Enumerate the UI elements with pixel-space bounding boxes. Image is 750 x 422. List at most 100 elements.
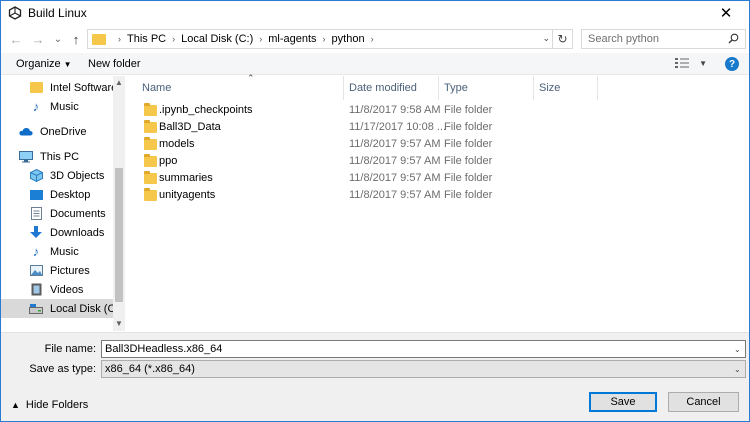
music-icon: ♪ [32, 99, 40, 114]
sort-ascending-icon: ⌃ [247, 73, 255, 83]
chevron-right-icon[interactable]: › [172, 34, 175, 44]
music-icon: ♪ [32, 244, 40, 259]
refresh-button[interactable]: ↻ [553, 29, 573, 49]
chevron-down-icon[interactable]: ⌄ [734, 345, 741, 354]
table-row[interactable]: summaries 11/8/2017 9:57 AM File folder [137, 170, 737, 187]
breadcrumb-local-disk[interactable]: Local Disk (C:) [181, 33, 253, 45]
back-button[interactable]: ← [7, 30, 25, 48]
file-name: summaries [159, 172, 213, 184]
sidebar-item-music-quick[interactable]: ♪ Music [1, 97, 113, 116]
folder-icon [144, 154, 157, 167]
folder-icon [144, 120, 157, 133]
sidebar-item-documents[interactable]: Documents [1, 204, 113, 223]
new-folder-label: New folder [88, 58, 141, 70]
breadcrumb-python[interactable]: python [332, 33, 365, 45]
navigation-bar: ← → ⌄ ↑ › This PC › Local Disk (C:) › ml… [1, 27, 749, 51]
file-name: .ipynb_checkpoints [159, 104, 253, 116]
chevron-right-icon: › [118, 34, 121, 44]
breadcrumb-this-pc[interactable]: This PC [127, 33, 166, 45]
file-date: 11/8/2017 9:57 AM [349, 138, 441, 150]
column-header-name[interactable]: ⌃ Name [137, 73, 344, 100]
hide-folders-toggle[interactable]: ▲ Hide Folders [11, 399, 88, 411]
table-row[interactable]: ppo 11/8/2017 9:57 AM File folder [137, 153, 737, 170]
cancel-button[interactable]: Cancel [668, 392, 739, 412]
sidebar-scrollbar[interactable]: ▲ ▼ [113, 76, 125, 331]
recent-locations-button[interactable]: ⌄ [49, 30, 67, 48]
column-header-size[interactable]: Size [534, 76, 598, 100]
file-type: File folder [444, 155, 493, 167]
table-row[interactable]: models 11/8/2017 9:57 AM File folder [137, 136, 737, 153]
file-date: 11/8/2017 9:58 AM [349, 104, 441, 116]
file-date: 11/8/2017 9:57 AM [349, 189, 441, 201]
table-row[interactable]: .ipynb_checkpoints 11/8/2017 9:58 AM Fil… [137, 102, 737, 119]
chevron-down-icon[interactable]: ⌄ [734, 365, 741, 374]
column-header-date[interactable]: Date modified [344, 76, 439, 100]
computer-icon [19, 150, 33, 163]
chevron-right-icon[interactable]: › [323, 34, 326, 44]
cube-icon [29, 169, 43, 182]
save-dialog: Build Linux ✕ ← → ⌄ ↑ › This PC › Local … [0, 0, 750, 422]
file-date: 11/17/2017 10:08 ... [349, 121, 447, 133]
sidebar-item-desktop[interactable]: Desktop [1, 185, 113, 204]
close-button[interactable]: ✕ [703, 1, 749, 25]
caret-down-icon: ▼ [699, 59, 707, 68]
change-view-button[interactable]: ▼ [675, 57, 707, 69]
sidebar-item-downloads[interactable]: Downloads [1, 223, 113, 242]
file-date: 11/8/2017 9:57 AM [349, 155, 441, 167]
help-icon: ? [728, 58, 736, 70]
sidebar-item-this-pc[interactable]: This PC [1, 147, 113, 166]
help-button[interactable]: ? [725, 57, 739, 71]
address-bar[interactable]: › This PC › Local Disk (C:) › ml-agents … [87, 29, 553, 49]
file-type: File folder [444, 172, 493, 184]
table-row[interactable]: Ball3D_Data 11/17/2017 10:08 ... File fo… [137, 119, 737, 136]
file-name: ppo [159, 155, 178, 167]
close-icon: ✕ [719, 5, 733, 22]
file-name: Ball3D_Data [159, 121, 221, 133]
title-bar: Build Linux ✕ [1, 1, 749, 25]
up-button[interactable]: ↑ [67, 30, 85, 48]
chevron-right-icon[interactable]: › [259, 34, 262, 44]
scroll-down-icon[interactable]: ▼ [113, 317, 125, 329]
file-name: unityagents [159, 189, 216, 201]
sidebar-item-pictures[interactable]: Pictures [1, 261, 113, 280]
organize-label: Organize [16, 58, 61, 70]
folder-icon [29, 81, 43, 94]
disk-icon [29, 302, 43, 315]
breadcrumb-ml-agents[interactable]: ml-agents [268, 33, 316, 45]
chevron-right-icon[interactable]: › [371, 34, 374, 44]
folder-icon [92, 33, 106, 45]
sidebar-item-intel-software[interactable]: Intel Software Pr [1, 78, 113, 97]
sidebar-item-onedrive[interactable]: OneDrive [1, 122, 113, 141]
forward-button[interactable]: → [29, 30, 47, 48]
refresh-icon: ↻ [557, 32, 568, 46]
save-type-select[interactable]: x86_64 (*.x86_64) [101, 360, 746, 378]
new-folder-button[interactable]: New folder [88, 58, 141, 70]
command-bar: Organize ▼ New folder ▼ ? [1, 53, 749, 75]
organize-button[interactable]: Organize ▼ [16, 58, 72, 70]
sidebar-item-3d-objects[interactable]: 3D Objects [1, 166, 113, 185]
column-header-type[interactable]: Type [439, 76, 534, 100]
save-button[interactable]: Save [589, 392, 657, 412]
forward-arrow-icon: → [31, 31, 45, 47]
onedrive-icon [19, 125, 33, 138]
scroll-up-icon[interactable]: ▲ [113, 76, 125, 88]
table-row[interactable]: unityagents 11/8/2017 9:57 AM File folde… [137, 187, 737, 204]
search-input[interactable] [588, 33, 718, 45]
file-type: File folder [444, 121, 493, 133]
sidebar-item-music[interactable]: ♪ Music [1, 242, 113, 261]
search-icon[interactable] [728, 33, 739, 44]
file-list: ⌃ Name Date modified Type Size .ipynb_ch… [125, 73, 749, 331]
back-arrow-icon: ← [9, 31, 23, 47]
sidebar-scroll-thumb[interactable] [115, 168, 123, 302]
file-type: File folder [444, 138, 493, 150]
sidebar-item-videos[interactable]: Videos [1, 280, 113, 299]
file-name-label: File name: [44, 343, 96, 355]
sidebar-item-local-disk[interactable]: Local Disk (C:) [1, 299, 113, 318]
chevron-up-icon: ▲ [11, 400, 20, 410]
file-name-input[interactable] [101, 340, 746, 358]
save-type-label: Save as type: [29, 363, 96, 375]
unity-icon [8, 6, 22, 20]
address-dropdown-icon[interactable]: ⌄ [542, 33, 550, 44]
save-type-value: x86_64 (*.x86_64) [105, 363, 195, 375]
document-icon [29, 207, 43, 220]
